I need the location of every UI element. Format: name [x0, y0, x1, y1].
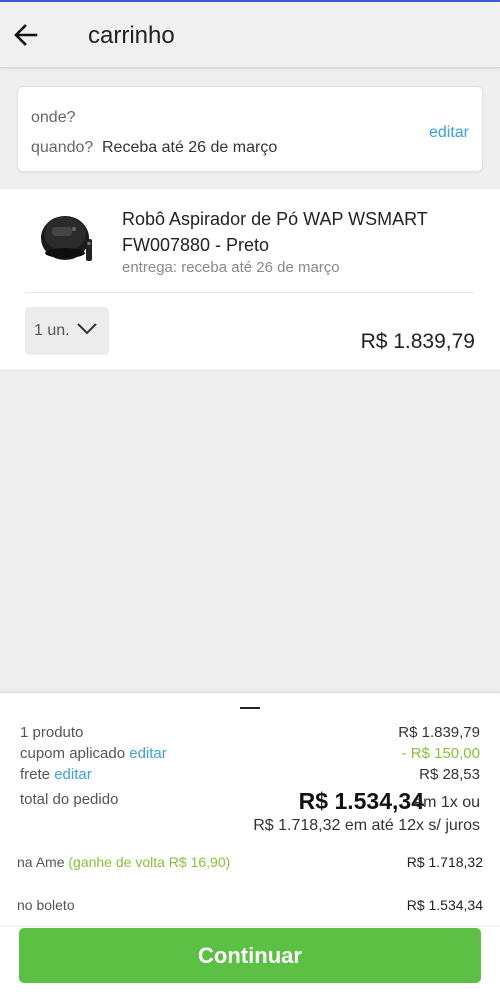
- shipping-row: frete editar: [20, 766, 92, 783]
- total-value: R$ 1.534,34: [298, 788, 424, 814]
- ame-value: R$ 1.718,32: [406, 854, 483, 870]
- coupon-discount: - R$ 150,00: [401, 745, 480, 762]
- drag-handle[interactable]: [240, 707, 260, 709]
- quantity-select[interactable]: 1 un.: [25, 307, 109, 355]
- coupon-row: cupom aplicado editar: [20, 745, 167, 762]
- arrow-left-icon: [14, 24, 38, 46]
- continue-button[interactable]: Continuar: [19, 928, 481, 983]
- product-price: R$ 1.839,79: [360, 330, 475, 353]
- page-title: carrinho: [88, 22, 175, 49]
- robot-vacuum-icon: [41, 216, 92, 261]
- coupon-label: cupom aplicado: [20, 745, 126, 762]
- product-delivery-date: entrega: receba até 26 de março: [122, 259, 340, 276]
- edit-delivery-link[interactable]: editar: [429, 124, 469, 142]
- product-title[interactable]: Robô Aspirador de Pó WAP WSMART FW007880…: [122, 206, 462, 258]
- order-summary: 1 produto R$ 1.839,79 cupom aplicado edi…: [0, 692, 500, 1002]
- quantity-value: 1 un.: [34, 322, 70, 339]
- boleto-value: R$ 1.534,34: [406, 897, 483, 913]
- when-value: Receba até 26 de março: [102, 139, 278, 156]
- installments-text: R$ 1.718,32 em até 12x s/ juros: [253, 817, 480, 834]
- products-subtotal: R$ 1.839,79: [398, 724, 480, 741]
- ame-cashback: (ganhe de volta R$ 16,90): [68, 854, 231, 870]
- cart-item: Robô Aspirador de Pó WAP WSMART FW007880…: [0, 189, 500, 369]
- total-label: total do pedido: [20, 791, 119, 808]
- boleto-label: no boleto: [17, 897, 75, 913]
- divider: [0, 926, 500, 927]
- where-label: onde?: [31, 109, 76, 126]
- chevron-down-icon: [77, 323, 97, 335]
- edit-coupon-link[interactable]: editar: [129, 745, 167, 762]
- divider: [25, 292, 475, 293]
- products-count-label: 1 produto: [20, 724, 84, 741]
- shipping-value: R$ 28,53: [419, 766, 480, 783]
- edit-shipping-link[interactable]: editar: [54, 766, 92, 783]
- ame-row: na Ame (ganhe de volta R$ 16,90): [17, 854, 230, 870]
- app-header: carrinho: [0, 2, 500, 68]
- ame-label: na Ame: [17, 854, 65, 870]
- shipping-label: frete: [20, 766, 51, 783]
- when-label: quando?: [31, 139, 94, 156]
- delivery-card: onde? quando? Receba até 26 de março edi…: [17, 86, 483, 172]
- total-payment-mode: em 1x ou: [414, 794, 480, 811]
- back-button[interactable]: [12, 20, 42, 50]
